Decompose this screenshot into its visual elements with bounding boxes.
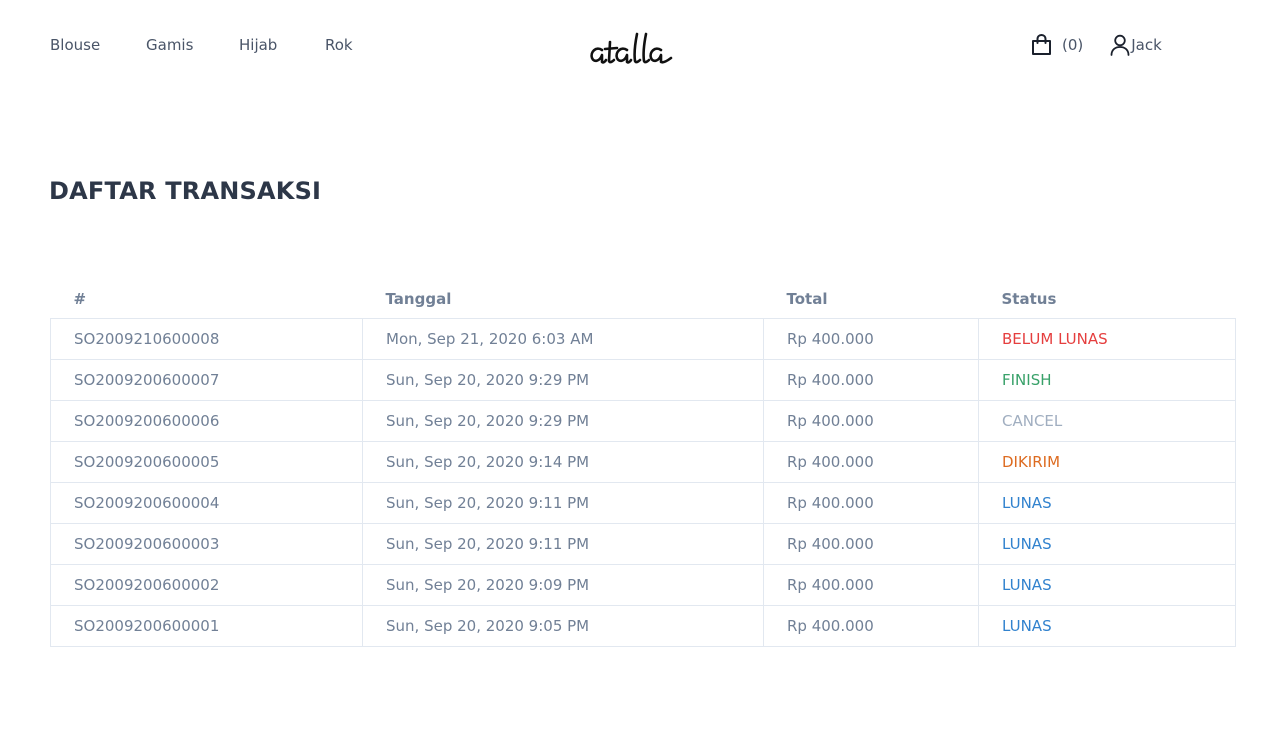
- transaction-id: SO2009200600002: [50, 563, 363, 606]
- category-nav: Blouse Gamis Hijab Rok: [50, 36, 365, 54]
- transaction-status: DIKIRIM: [978, 440, 1236, 483]
- transaction-id: SO2009200600004: [50, 481, 363, 524]
- table-row[interactable]: SO2009210600008 Mon, Sep 21, 2020 6:03 AM…: [50, 317, 1236, 360]
- cart-count: (0): [1062, 36, 1084, 54]
- column-header-date: Tanggal: [385, 289, 452, 308]
- nav-item-rok[interactable]: Rok: [325, 36, 365, 54]
- site-header: Blouse Gamis Hijab Rok (0) Jack: [0, 0, 1266, 92]
- transaction-id: SO2009210600008: [50, 317, 363, 360]
- transaction-date: Sun, Sep 20, 2020 9:09 PM: [362, 563, 764, 606]
- atalla-logo-icon: [590, 32, 673, 64]
- transaction-date: Sun, Sep 20, 2020 9:11 PM: [362, 522, 764, 565]
- table-row[interactable]: SO2009200600002 Sun, Sep 20, 2020 9:09 PM…: [50, 563, 1236, 606]
- nav-item-blouse[interactable]: Blouse: [50, 36, 146, 54]
- user-icon: [1110, 34, 1130, 56]
- transaction-id: SO2009200600007: [50, 358, 363, 401]
- column-header-total: Total: [786, 289, 828, 308]
- transaction-total: Rp 400.000: [763, 317, 979, 360]
- transaction-date: Sun, Sep 20, 2020 9:05 PM: [362, 604, 764, 647]
- transaction-id: SO2009200600006: [50, 399, 363, 442]
- transaction-total: Rp 400.000: [763, 440, 979, 483]
- table-header-row: # Tanggal Total Status: [51, 280, 1236, 318]
- column-header-id: #: [73, 289, 87, 308]
- table-row[interactable]: SO2009200600006 Sun, Sep 20, 2020 9:29 PM…: [50, 399, 1236, 442]
- column-header-status: Status: [1001, 289, 1057, 308]
- transaction-date: Sun, Sep 20, 2020 9:14 PM: [362, 440, 764, 483]
- transaction-total: Rp 400.000: [763, 604, 979, 647]
- table-row[interactable]: SO2009200600001 Sun, Sep 20, 2020 9:05 PM…: [50, 604, 1236, 647]
- transaction-date: Sun, Sep 20, 2020 9:11 PM: [362, 481, 764, 524]
- header-actions: (0) Jack: [1031, 34, 1162, 56]
- table-row[interactable]: SO2009200600004 Sun, Sep 20, 2020 9:11 PM…: [50, 481, 1236, 524]
- transaction-date: Mon, Sep 21, 2020 6:03 AM: [362, 317, 764, 360]
- table-row[interactable]: SO2009200600005 Sun, Sep 20, 2020 9:14 PM…: [50, 440, 1236, 483]
- cart-button[interactable]: (0): [1031, 34, 1083, 56]
- transaction-total: Rp 400.000: [763, 358, 979, 401]
- transaction-id: SO2009200600005: [50, 440, 363, 483]
- brand-logo[interactable]: [588, 28, 694, 68]
- transaction-status: LUNAS: [978, 604, 1236, 647]
- transaction-id: SO2009200600001: [50, 604, 363, 647]
- transactions-table: # Tanggal Total Status SO2009210600008 Mo…: [50, 280, 1236, 647]
- table-row[interactable]: SO2009200600003 Sun, Sep 20, 2020 9:11 PM…: [50, 522, 1236, 565]
- user-name: Jack: [1131, 36, 1162, 54]
- transaction-total: Rp 400.000: [763, 563, 979, 606]
- transaction-status: LUNAS: [978, 522, 1236, 565]
- transaction-status: BELUM LUNAS: [978, 317, 1236, 360]
- transaction-id: SO2009200600003: [50, 522, 363, 565]
- transaction-total: Rp 400.000: [763, 399, 979, 442]
- user-menu[interactable]: Jack: [1110, 34, 1162, 56]
- transaction-status: FINISH: [978, 358, 1236, 401]
- shopping-bag-icon: [1032, 34, 1051, 55]
- transaction-total: Rp 400.000: [763, 481, 979, 524]
- transaction-status: LUNAS: [978, 563, 1236, 606]
- table-row[interactable]: SO2009200600007 Sun, Sep 20, 2020 9:29 PM…: [50, 358, 1236, 401]
- transaction-status: CANCEL: [978, 399, 1236, 442]
- nav-item-hijab[interactable]: Hijab: [239, 36, 325, 54]
- nav-item-gamis[interactable]: Gamis: [146, 36, 239, 54]
- transaction-date: Sun, Sep 20, 2020 9:29 PM: [362, 358, 764, 401]
- transaction-status: LUNAS: [978, 481, 1236, 524]
- transaction-total: Rp 400.000: [763, 522, 979, 565]
- transaction-date: Sun, Sep 20, 2020 9:29 PM: [362, 399, 764, 442]
- page-title: DAFTAR TRANSAKSI: [49, 177, 322, 205]
